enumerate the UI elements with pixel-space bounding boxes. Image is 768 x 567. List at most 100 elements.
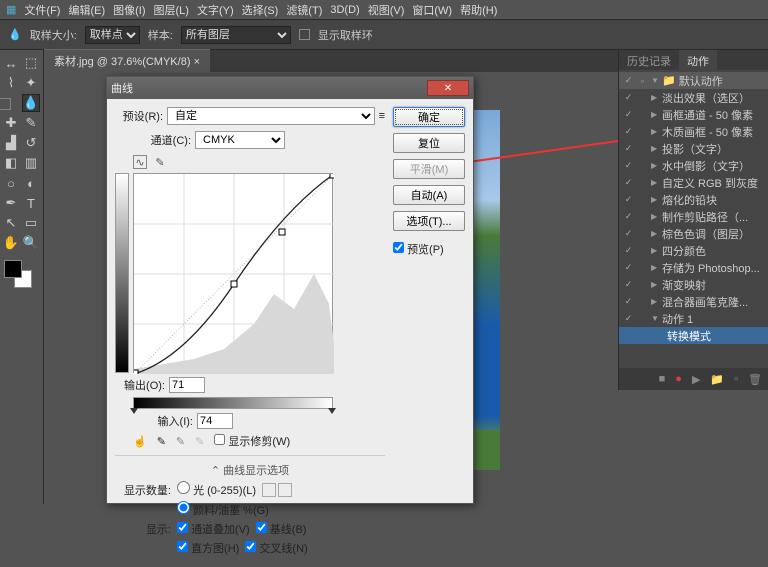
options-bar: 💧 取样大小: 取样点 样本: 所有图层 显示取样环 (0, 20, 768, 50)
crop-tool[interactable]: ⃞ (2, 94, 20, 112)
preview-check[interactable]: 预览(P) (393, 241, 465, 257)
actions-panel: 历史记录 动作 ✓▫▼📁默认动作 ✓▶淡出效果（选区）✓▶画框通道 - 50 像… (618, 50, 768, 390)
curves-dialog: 曲线 ✕ 预设(R): 自定 ≡ 通道(C): CMYK ∿ ✎ (106, 76, 474, 504)
sample-layers-select[interactable]: 所有图层 (181, 26, 291, 44)
eyedropper-icon[interactable]: 💧 (8, 28, 22, 41)
wand-tool[interactable]: ✦ (22, 74, 40, 92)
action-item[interactable]: ✓▶渐变映射 (619, 276, 768, 293)
play-icon[interactable]: ▶ (692, 373, 700, 386)
type-tool[interactable]: T (22, 194, 40, 212)
menu-layer[interactable]: 图层(L) (154, 2, 189, 18)
pen-tool[interactable]: ✒ (2, 194, 20, 212)
action-group[interactable]: ✓▼动作 1 (619, 310, 768, 327)
stamp-tool[interactable]: ▟ (2, 134, 20, 152)
ok-button[interactable]: 确定 (393, 107, 465, 127)
history-brush-tool[interactable]: ↺ (22, 134, 40, 152)
marquee-tool[interactable]: ⬚ (22, 54, 40, 72)
menu-bar: ▦ 文件(F) 编辑(E) 图像(I) 图层(L) 文字(Y) 选择(S) 滤镜… (0, 0, 768, 20)
gray-point-icon[interactable]: ✎ (176, 435, 185, 448)
action-item[interactable]: ✓▶棕色色调（图层） (619, 225, 768, 242)
zoom-tool[interactable]: 🔍 (22, 234, 40, 252)
output-label: 输出(O): (115, 377, 165, 393)
new-action-icon[interactable]: ▫ (734, 373, 738, 385)
menu-help[interactable]: 帮助(H) (460, 2, 497, 18)
action-item[interactable]: ✓▶混合器画笔克隆... (619, 293, 768, 310)
close-button[interactable]: ✕ (427, 80, 469, 96)
tab-actions[interactable]: 动作 (679, 50, 717, 70)
eyedropper-tool[interactable]: 💧 (22, 94, 40, 112)
action-item[interactable]: ✓▶自定义 RGB 到灰度 (619, 174, 768, 191)
input-field[interactable] (197, 413, 233, 429)
menu-edit[interactable]: 编辑(E) (68, 2, 105, 18)
menu-select[interactable]: 选择(S) (242, 2, 279, 18)
action-selected[interactable]: 转换模式 (619, 327, 768, 344)
curve-graph[interactable] (133, 173, 333, 373)
eraser-tool[interactable]: ◧ (2, 154, 20, 172)
brush-tool[interactable]: ✎ (22, 114, 40, 132)
show-clipping[interactable]: 显示修剪(W) (214, 433, 290, 449)
close-icon[interactable]: × (194, 56, 200, 68)
show-ring-checkbox[interactable] (299, 29, 310, 40)
preset-select[interactable]: 自定 (167, 107, 375, 125)
output-field[interactable] (169, 377, 205, 393)
channel-overlay-check[interactable]: 通道叠加(V) (177, 521, 250, 537)
sample-label: 样本: (148, 27, 173, 43)
cancel-button[interactable]: 复位 (393, 133, 465, 153)
options-button[interactable]: 选项(T)... (393, 211, 465, 231)
record-icon[interactable]: ● (675, 373, 682, 385)
menu-view[interactable]: 视图(V) (368, 2, 405, 18)
menu-window[interactable]: 窗口(W) (412, 2, 452, 18)
action-item[interactable]: ✓▶水中倒影（文字） (619, 157, 768, 174)
action-item[interactable]: ✓▶投影（文字） (619, 140, 768, 157)
action-item[interactable]: ✓▶画框通道 - 50 像素 (619, 106, 768, 123)
action-item[interactable]: ✓▶制作剪贴路径（... (619, 208, 768, 225)
menu-file[interactable]: 文件(F) (24, 2, 60, 18)
dialog-titlebar[interactable]: 曲线 ✕ (107, 77, 473, 99)
stop-icon[interactable]: ■ (659, 373, 666, 385)
auto-button[interactable]: 自动(A) (393, 185, 465, 205)
document-tab[interactable]: 素材.jpg @ 37.6%(CMYK/8) × (44, 49, 210, 72)
panel-footer: ■ ● ▶ 📁 ▫ 🗑 (619, 368, 768, 390)
action-set[interactable]: ✓▫▼📁默认动作 (619, 72, 768, 89)
action-item[interactable]: ✓▶淡出效果（选区） (619, 89, 768, 106)
input-ramp[interactable] (133, 397, 333, 409)
hand-tool[interactable]: ✋ (2, 234, 20, 252)
action-item[interactable]: ✓▶存储为 Photoshop... (619, 259, 768, 276)
heal-tool[interactable]: ✚ (2, 114, 20, 132)
preset-label: 预设(R): (115, 108, 163, 124)
menu-filter[interactable]: 滤镜(T) (286, 2, 322, 18)
histogram-check[interactable]: 直方图(H) (177, 540, 239, 556)
path-tool[interactable]: ↖ (2, 214, 20, 232)
trash-icon[interactable]: 🗑 (748, 373, 762, 386)
dodge-tool[interactable]: ◐ (22, 174, 40, 192)
action-item[interactable]: ✓▶熔化的铅块 (619, 191, 768, 208)
menu-type[interactable]: 文字(Y) (197, 2, 234, 18)
action-item[interactable]: ✓▶四分颜色 (619, 242, 768, 259)
sample-size-select[interactable]: 取样点 (85, 26, 140, 44)
tab-history[interactable]: 历史记录 (619, 50, 679, 70)
intersect-check[interactable]: 交叉线(N) (245, 540, 307, 556)
channel-select[interactable]: CMYK (195, 131, 285, 149)
black-point-icon[interactable]: ✎ (157, 435, 166, 448)
baseline-check[interactable]: 基线(B) (256, 521, 307, 537)
target-adjust-icon[interactable]: ☝ (133, 435, 147, 448)
color-swatch[interactable] (4, 260, 32, 288)
white-point-icon[interactable]: ✎ (195, 435, 204, 448)
grid-size-icons[interactable] (262, 483, 292, 497)
amount-light-radio[interactable]: 光 (0-255)(L) (177, 481, 256, 498)
output-ramp (115, 173, 129, 373)
blur-tool[interactable]: ○ (2, 174, 20, 192)
new-set-icon[interactable]: 📁 (710, 373, 724, 386)
preset-menu-icon[interactable]: ≡ (379, 110, 385, 122)
gradient-tool[interactable]: ▥ (22, 154, 40, 172)
shape-tool[interactable]: ▭ (22, 214, 40, 232)
lasso-tool[interactable]: ⌇ (2, 74, 20, 92)
display-options-toggle[interactable]: ⌃ 曲线显示选项 (211, 465, 289, 477)
menu-image[interactable]: 图像(I) (113, 2, 145, 18)
menu-3d[interactable]: 3D(D) (330, 4, 359, 16)
panel-tabs: 历史记录 动作 (619, 50, 768, 70)
curve-mode-icon[interactable]: ∿ (133, 155, 147, 169)
move-tool[interactable]: ↔ (2, 54, 20, 72)
pencil-mode-icon[interactable]: ✎ (153, 155, 167, 169)
action-item[interactable]: ✓▶木质画框 - 50 像素 (619, 123, 768, 140)
